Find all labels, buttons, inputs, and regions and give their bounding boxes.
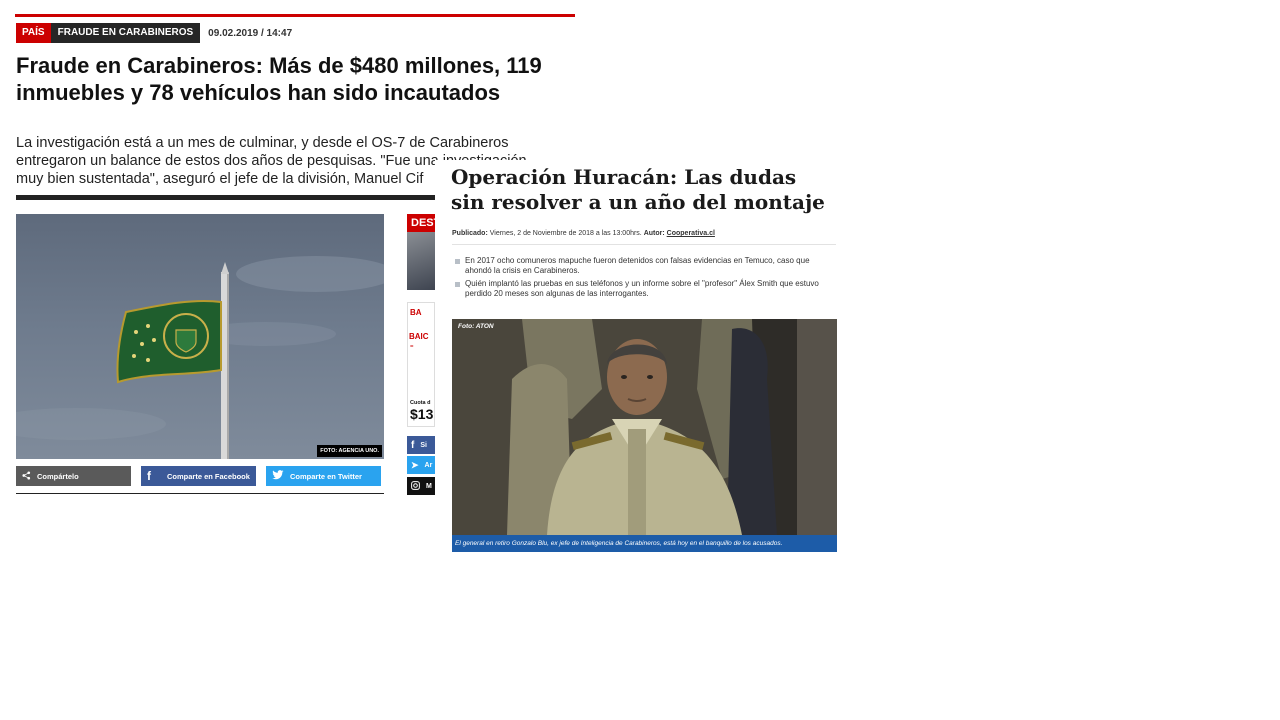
photo-credit: FOTO: AGENCIA UNO. — [317, 445, 382, 457]
ad-tag: = — [410, 344, 414, 350]
topic-tag[interactable]: FRAUDE EN CARABINEROS — [50, 23, 201, 43]
bullet-icon — [455, 259, 460, 264]
photo-credit: Foto: ATON — [458, 323, 494, 330]
bullet-icon — [455, 282, 460, 287]
published-label: Publicado: — [452, 230, 488, 237]
sidebar-instagram-label: M — [426, 482, 432, 490]
divider — [16, 195, 436, 200]
article-title: Operación Huracán: Las dudas sin resolve… — [451, 165, 825, 214]
facebook-share-button[interactable]: f Comparte en Facebook — [141, 466, 256, 486]
ad-brand: BA — [410, 308, 422, 317]
sidebar-twitter-link[interactable]: ➤ Ar — [407, 456, 435, 474]
sidebar-instagram-link[interactable]: M — [407, 477, 435, 495]
facebook-icon: f — [147, 469, 151, 483]
twitter-share-button[interactable]: Comparte en Twitter — [266, 466, 381, 486]
sidebar-heading: DEST — [407, 214, 435, 232]
author-link[interactable]: Cooperativa.cl — [667, 230, 715, 237]
summary-list: En 2017 ocho comuneros mapuche fueron de… — [454, 256, 824, 302]
photo-illustration — [452, 319, 837, 535]
section-tag[interactable]: PAÍS — [16, 23, 51, 43]
sidebar-facebook-link[interactable]: f Si — [407, 436, 435, 454]
twitter-icon — [272, 470, 284, 482]
sidebar-facebook-label: Si — [420, 441, 427, 449]
twitter-icon: ➤ — [411, 459, 419, 470]
ad-logo: BAIC — [409, 332, 429, 341]
article-date: 09.02.2019 / 14:47 — [208, 27, 293, 39]
facebook-icon: f — [411, 439, 415, 451]
summary-item: En 2017 ocho comuneros mapuche fueron de… — [454, 256, 824, 276]
twitter-share-label: Comparte en Twitter — [290, 471, 362, 481]
facebook-share-label: Comparte en Facebook — [167, 471, 250, 481]
flag-illustration — [16, 256, 384, 459]
author-label: Autor: — [643, 230, 665, 237]
share-button[interactable]: Compártelo — [16, 466, 131, 486]
article-tags: PAÍS FRAUDE EN CARABINEROS 09.02.2019 / … — [16, 23, 292, 43]
article-right: Operación Huracán: Las dudas sin resolve… — [435, 160, 845, 560]
share-label: Compártelo — [37, 471, 79, 481]
summary-item: Quién implantó las pruebas en sus teléfo… — [454, 279, 824, 299]
ad-price: $13 — [410, 406, 434, 422]
meta-divider — [452, 244, 836, 245]
summary-text: En 2017 ocho comuneros mapuche fueron de… — [465, 256, 810, 275]
sidebar-twitter-label: Ar — [424, 461, 433, 469]
photo-caption: El general en retiro Gonzalo Blu, ex jef… — [452, 535, 837, 552]
flag-photo: FOTO: AGENCIA UNO. — [16, 214, 384, 459]
top-red-rule — [15, 14, 575, 17]
summary-text: Quién implantó las pruebas en sus teléfo… — [465, 279, 819, 298]
article-title: Fraude en Carabineros: Más de $480 millo… — [16, 53, 542, 105]
share-bar: Compártelo f Comparte en Facebook Compar… — [16, 466, 381, 486]
sidebar-ad[interactable]: BA BAIC = Cuota d $13 — [407, 302, 435, 427]
article-meta: Publicado: Viernes, 2 de Noviembre de 20… — [452, 230, 715, 237]
sidebar-thumbnail[interactable] — [407, 232, 435, 290]
share-icon — [22, 470, 31, 482]
bottom-divider — [16, 493, 384, 494]
instagram-icon — [411, 480, 420, 492]
general-photo: Foto: ATON — [452, 319, 837, 535]
published-date: Viernes, 2 de Noviembre de 2018 a las 13… — [489, 230, 642, 237]
